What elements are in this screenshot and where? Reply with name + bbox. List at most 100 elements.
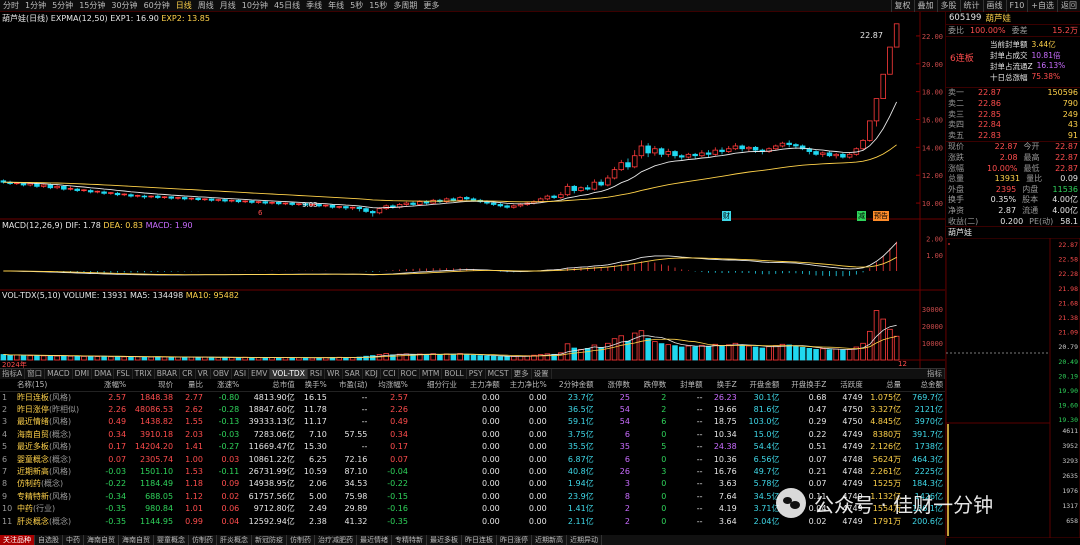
indicator-tab[interactable]: VOL-TDX xyxy=(270,369,308,379)
block-tab[interactable]: 仿制药 xyxy=(287,535,315,545)
indicator-tab[interactable]: 更多 xyxy=(512,369,532,379)
column-header[interactable] xyxy=(0,379,15,392)
column-header[interactable]: 主力净额 xyxy=(459,379,502,392)
indicator-tab[interactable]: MACD xyxy=(45,369,73,379)
period-tab[interactable]: 30分钟 xyxy=(108,0,140,12)
block-tab[interactable]: 最近多板 xyxy=(427,535,462,545)
tool-button[interactable]: 叠加 xyxy=(913,0,937,12)
table-row[interactable]: 1 昨日连板(风格) 2.57 1848.38 2.77 -0.80 4813.90亿 16.… xyxy=(0,391,945,403)
row-name-cell[interactable]: 近期新高(风格) xyxy=(15,465,90,477)
table-row[interactable]: 2 昨日涨停(昨相似) 2.26 48086.53 2.62 -0.28 18847.60亿… xyxy=(0,403,945,415)
period-tab[interactable]: 5分钟 xyxy=(49,0,76,12)
block-tab[interactable]: 中药 xyxy=(63,535,84,545)
table-row[interactable]: 3 最近情绪(风格) 0.49 1438.82 1.55 -0.13 39333.13亿 11… xyxy=(0,416,945,428)
column-header[interactable]: 换手% xyxy=(296,379,329,392)
period-tab[interactable]: 多周期 xyxy=(390,0,420,12)
period-tab[interactable]: 15秒 xyxy=(366,0,390,12)
block-tab[interactable]: 肝炎概念 xyxy=(217,535,252,545)
ask-row[interactable]: 卖五 22.83 91 xyxy=(946,130,1080,141)
event-tag-c[interactable]: 减 xyxy=(857,211,866,221)
column-header[interactable]: 跌停数 xyxy=(631,379,669,392)
row-name-cell[interactable]: 肝炎概念(概念) xyxy=(15,515,90,527)
period-tab[interactable]: 周线 xyxy=(195,0,217,12)
row-name-cell[interactable]: 婴童概念(概念) xyxy=(15,453,90,465)
indicator-right-tab[interactable]: 指标 xyxy=(925,369,945,379)
column-header[interactable]: 2分钟金额 xyxy=(548,379,596,392)
indicator-tab[interactable]: CR xyxy=(180,369,196,379)
column-header[interactable]: 活跃度 xyxy=(828,379,865,392)
block-tab[interactable]: 治疗减肥药 xyxy=(315,535,357,545)
indicator-tab[interactable]: BRAR xyxy=(155,369,181,379)
indicator-tab[interactable]: WR xyxy=(325,369,343,379)
indicator-tab[interactable]: VR xyxy=(196,369,211,379)
indicator-tab[interactable]: KDJ xyxy=(363,369,381,379)
ask-row[interactable]: 卖四 22.84 43 xyxy=(946,119,1080,130)
table-row[interactable]: 5 最近多板(风格) 0.17 14204.20 1.41 -0.27 11669.47亿 1… xyxy=(0,441,945,453)
column-header[interactable]: 市盈(动) xyxy=(328,379,370,392)
period-tab[interactable]: 1分钟 xyxy=(22,0,49,12)
kline-chart[interactable]: 22.00 20.00 18.00 16.00 14.00 12.00 10.00 2.00 1… xyxy=(0,12,945,368)
indicator-tab[interactable]: DMA xyxy=(92,369,115,379)
column-header[interactable]: 量比 xyxy=(175,379,205,392)
indicator-tab[interactable]: RSI xyxy=(308,369,326,379)
row-name-cell[interactable]: 最近多板(风格) xyxy=(15,441,90,453)
block-tab[interactable]: 婴童概念 xyxy=(154,535,189,545)
period-tab[interactable]: 5秒 xyxy=(347,0,366,12)
row-name-cell[interactable]: 中药(行业) xyxy=(15,503,90,515)
table-row[interactable]: 4 海南自贸(概念) 0.34 3910.18 2.03 -0.03 7283.06亿 7.1… xyxy=(0,428,945,440)
indicator-tab[interactable]: BOLL xyxy=(442,369,467,379)
indicator-tab[interactable]: MCST xyxy=(486,369,512,379)
tool-button[interactable]: 画线 xyxy=(982,0,1006,12)
column-header[interactable]: 封单额 xyxy=(668,379,705,392)
indicator-tab[interactable]: TRIX xyxy=(133,369,155,379)
indicator-tab[interactable]: SAR xyxy=(343,369,363,379)
period-tab[interactable]: 日线 xyxy=(173,0,195,12)
column-header[interactable]: 现价 xyxy=(128,379,176,392)
event-tag-a[interactable]: 6 xyxy=(258,209,262,217)
tool-button[interactable]: 复权 xyxy=(890,0,914,12)
column-header[interactable]: 均涨幅% xyxy=(369,379,410,392)
event-tag-b[interactable]: 财 xyxy=(722,211,731,221)
indicator-tab[interactable]: MTM xyxy=(420,369,443,379)
row-name-cell[interactable]: 专精特新(风格) xyxy=(15,490,90,502)
column-header[interactable]: 主力净比% xyxy=(501,379,549,392)
period-tab[interactable]: 15分钟 xyxy=(76,0,108,12)
column-header[interactable]: 开盘金额 xyxy=(738,379,782,392)
indicator-tab[interactable]: ASI xyxy=(232,369,250,379)
indicator-tab[interactable]: EMV xyxy=(249,369,271,379)
block-tab[interactable]: 最近情绪 xyxy=(357,535,392,545)
row-name-cell[interactable]: 昨日涨停(昨相似) xyxy=(15,403,90,415)
period-tab[interactable]: 季线 xyxy=(303,0,325,12)
tool-button[interactable]: 返回 xyxy=(1057,0,1080,12)
row-name-cell[interactable]: 海南自贸(概念) xyxy=(15,428,90,440)
row-name-cell[interactable]: 昨日连板(风格) xyxy=(15,391,90,403)
block-tab[interactable]: 昨日连板 xyxy=(462,535,497,545)
period-tab[interactable]: 45日线 xyxy=(271,0,303,12)
table-row[interactable]: 6 婴童概念(概念) 0.07 2305.74 1.00 0.03 10861.22亿 6.2… xyxy=(0,453,945,465)
block-tab[interactable]: 海南自贸 xyxy=(119,535,154,545)
column-header[interactable]: 涨幅% xyxy=(89,379,129,392)
indicator-tab[interactable]: 窗口 xyxy=(25,369,46,379)
row-name-cell[interactable]: 仿制药(概念) xyxy=(15,478,90,490)
block-tab[interactable]: 昨日涨停 xyxy=(497,535,532,545)
period-tab[interactable]: 60分钟 xyxy=(141,0,173,12)
row-name-cell[interactable]: 最近情绪(风格) xyxy=(15,416,90,428)
period-tab[interactable]: 年线 xyxy=(325,0,347,12)
indicator-tab[interactable]: DMI xyxy=(73,369,93,379)
block-tab[interactable]: 专精特新 xyxy=(392,535,427,545)
block-tab[interactable]: 新冠防疫 xyxy=(252,535,287,545)
tool-button[interactable]: F10 xyxy=(1005,0,1028,12)
kline-chart-area[interactable]: 22.00 20.00 18.00 16.00 14.00 12.00 10.00 2.00 1… xyxy=(0,12,945,369)
block-tab[interactable]: 自选股 xyxy=(35,535,63,545)
indicator-tab[interactable]: FSL xyxy=(114,369,133,379)
period-tab[interactable]: 月线 xyxy=(217,0,239,12)
indicator-tab[interactable]: 设置 xyxy=(532,369,552,379)
ask-row[interactable]: 卖三 22.85 249 xyxy=(946,109,1080,120)
block-tab[interactable]: 近期新高 xyxy=(532,535,567,545)
column-header[interactable]: 细分行业 xyxy=(409,379,460,392)
column-header[interactable]: 总市值 xyxy=(241,379,297,392)
column-header[interactable]: 开盘换手Z xyxy=(781,379,829,392)
tool-button[interactable]: +自选 xyxy=(1027,0,1057,12)
indicator-tab[interactable]: PSY xyxy=(467,369,486,379)
block-tab[interactable]: 海南自贸 xyxy=(84,535,119,545)
